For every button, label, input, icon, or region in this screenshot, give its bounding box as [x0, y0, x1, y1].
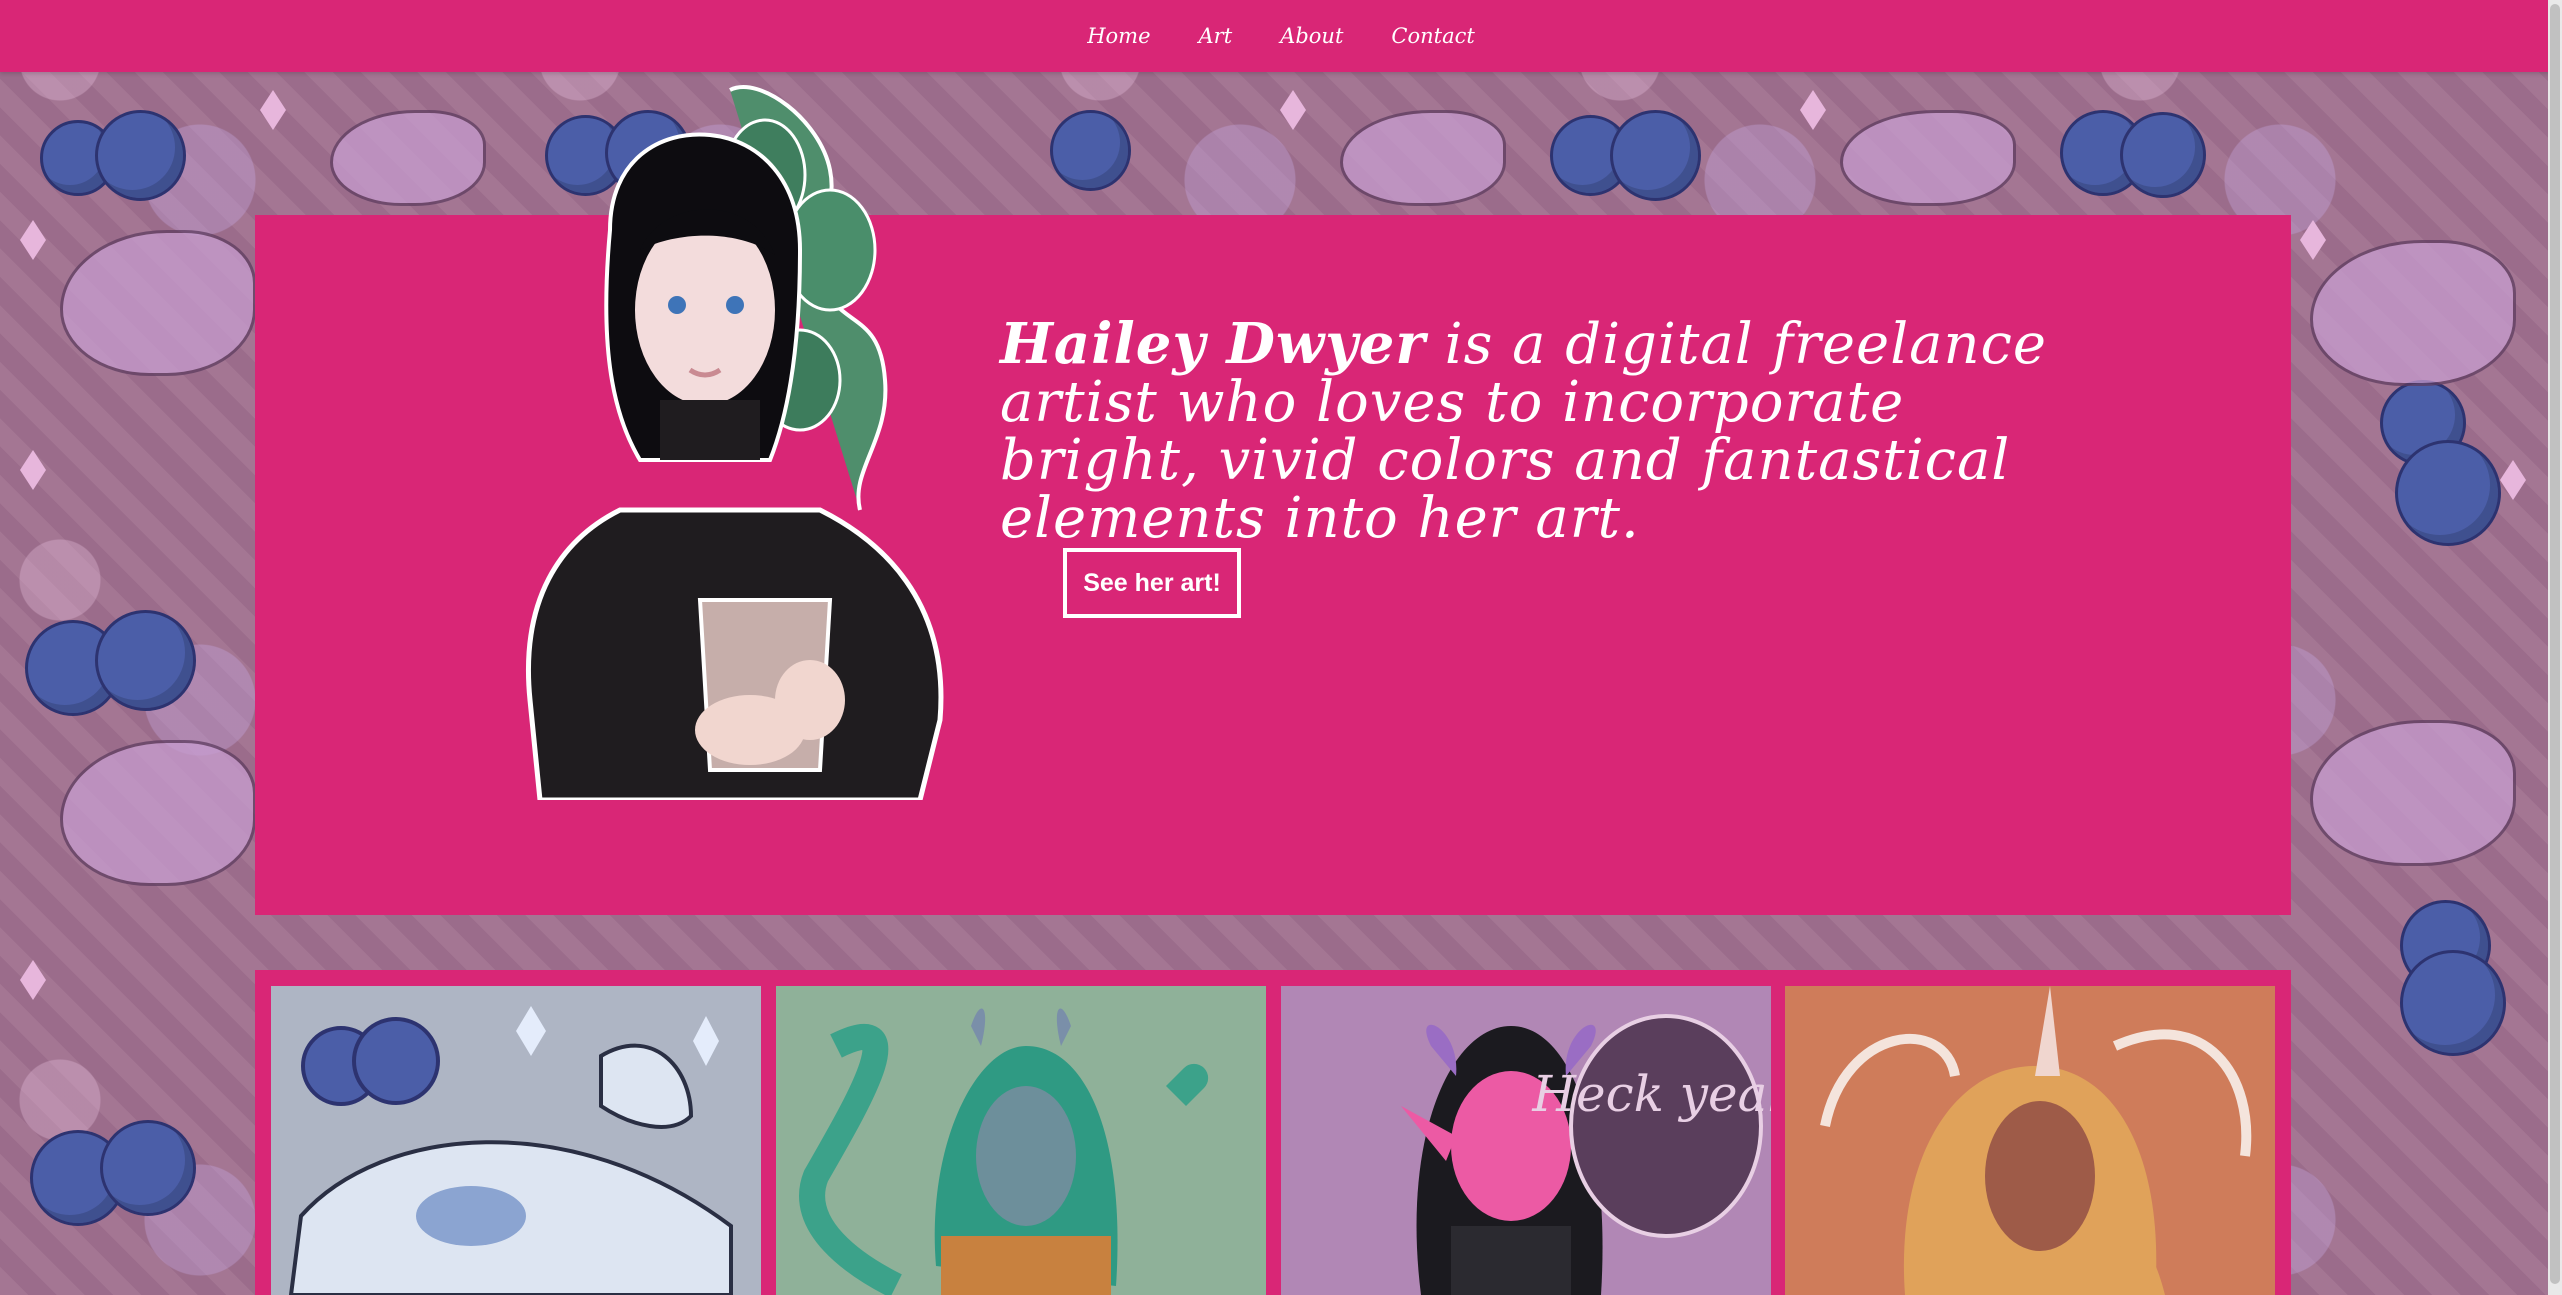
diamond-decoration: [1280, 90, 1306, 130]
cow-decoration: [330, 110, 486, 206]
speech-bubble-text: Heck yeah: [1531, 1065, 1771, 1123]
gallery-tile-teal-hair[interactable]: [776, 986, 1266, 1295]
pink-demon-character-artwork: Heck yeah: [1401, 1014, 1771, 1295]
scrollbar-track[interactable]: [2548, 0, 2562, 1295]
blueberry-decoration: [1610, 110, 1701, 201]
nav-about-link[interactable]: About: [1280, 24, 1343, 48]
nav-art-link[interactable]: Art: [1199, 24, 1233, 48]
diamond-decoration: [20, 220, 46, 260]
hero-intro-text: Hailey Dwyer is a digital freelance arti…: [1000, 315, 2100, 548]
blueberry-decoration: [2060, 110, 2146, 196]
diamond-decoration: [2300, 220, 2326, 260]
cow-decoration: [60, 740, 256, 886]
blueberry-decoration: [25, 620, 121, 716]
top-navigation-bar: Home Art About Contact: [0, 0, 2562, 72]
blueberry-decoration: [95, 110, 186, 201]
cow-decoration: [2310, 720, 2516, 866]
cow-decoration: [60, 230, 256, 376]
cow-decoration: [1840, 110, 2016, 206]
gallery-section: Heck yeah: [255, 970, 2291, 1295]
blueberry-decoration: [2400, 900, 2491, 991]
cow-decoration: [2310, 240, 2516, 386]
diamond-decoration: [260, 90, 286, 130]
blueberry-decoration: [40, 120, 116, 196]
nav-contact-link[interactable]: Contact: [1391, 24, 1474, 48]
diamond-decoration: [1800, 90, 1826, 130]
blueberry-decoration: [2400, 950, 2506, 1056]
unicorn-character-artwork: [1820, 986, 2252, 1295]
main-nav: Home Art About Contact: [1087, 24, 1475, 48]
blueberry-decoration: [2120, 112, 2206, 198]
cow-decoration: [1340, 110, 1506, 206]
blueberry-decoration: [1550, 115, 1631, 196]
diamond-decoration: [2500, 460, 2526, 500]
blueberry-decoration: [100, 1120, 196, 1216]
blueberry-decoration: [2395, 440, 2501, 546]
teal-hair-character-artwork: [799, 1008, 1209, 1295]
blueberry-decoration: [1050, 110, 1131, 191]
gallery-tile-cow-berries[interactable]: [271, 986, 761, 1295]
gallery-tile-unicorn[interactable]: [1785, 986, 2275, 1295]
scrollbar-thumb[interactable]: [2550, 4, 2560, 1284]
cow-berries-artwork: [288, 1006, 733, 1295]
gallery-tile-pink-demon[interactable]: Heck yeah: [1281, 986, 1771, 1295]
blueberry-decoration: [30, 1130, 126, 1226]
blueberry-decoration: [95, 610, 196, 711]
artist-name: Hailey Dwyer: [1000, 311, 1426, 377]
see-art-button[interactable]: See her art!: [1063, 548, 1241, 618]
artist-portrait-illustration: [526, 85, 944, 800]
diamond-decoration: [20, 450, 46, 490]
nav-home-link[interactable]: Home: [1087, 24, 1150, 48]
blueberry-decoration: [2380, 380, 2466, 466]
diamond-decoration: [20, 960, 46, 1000]
